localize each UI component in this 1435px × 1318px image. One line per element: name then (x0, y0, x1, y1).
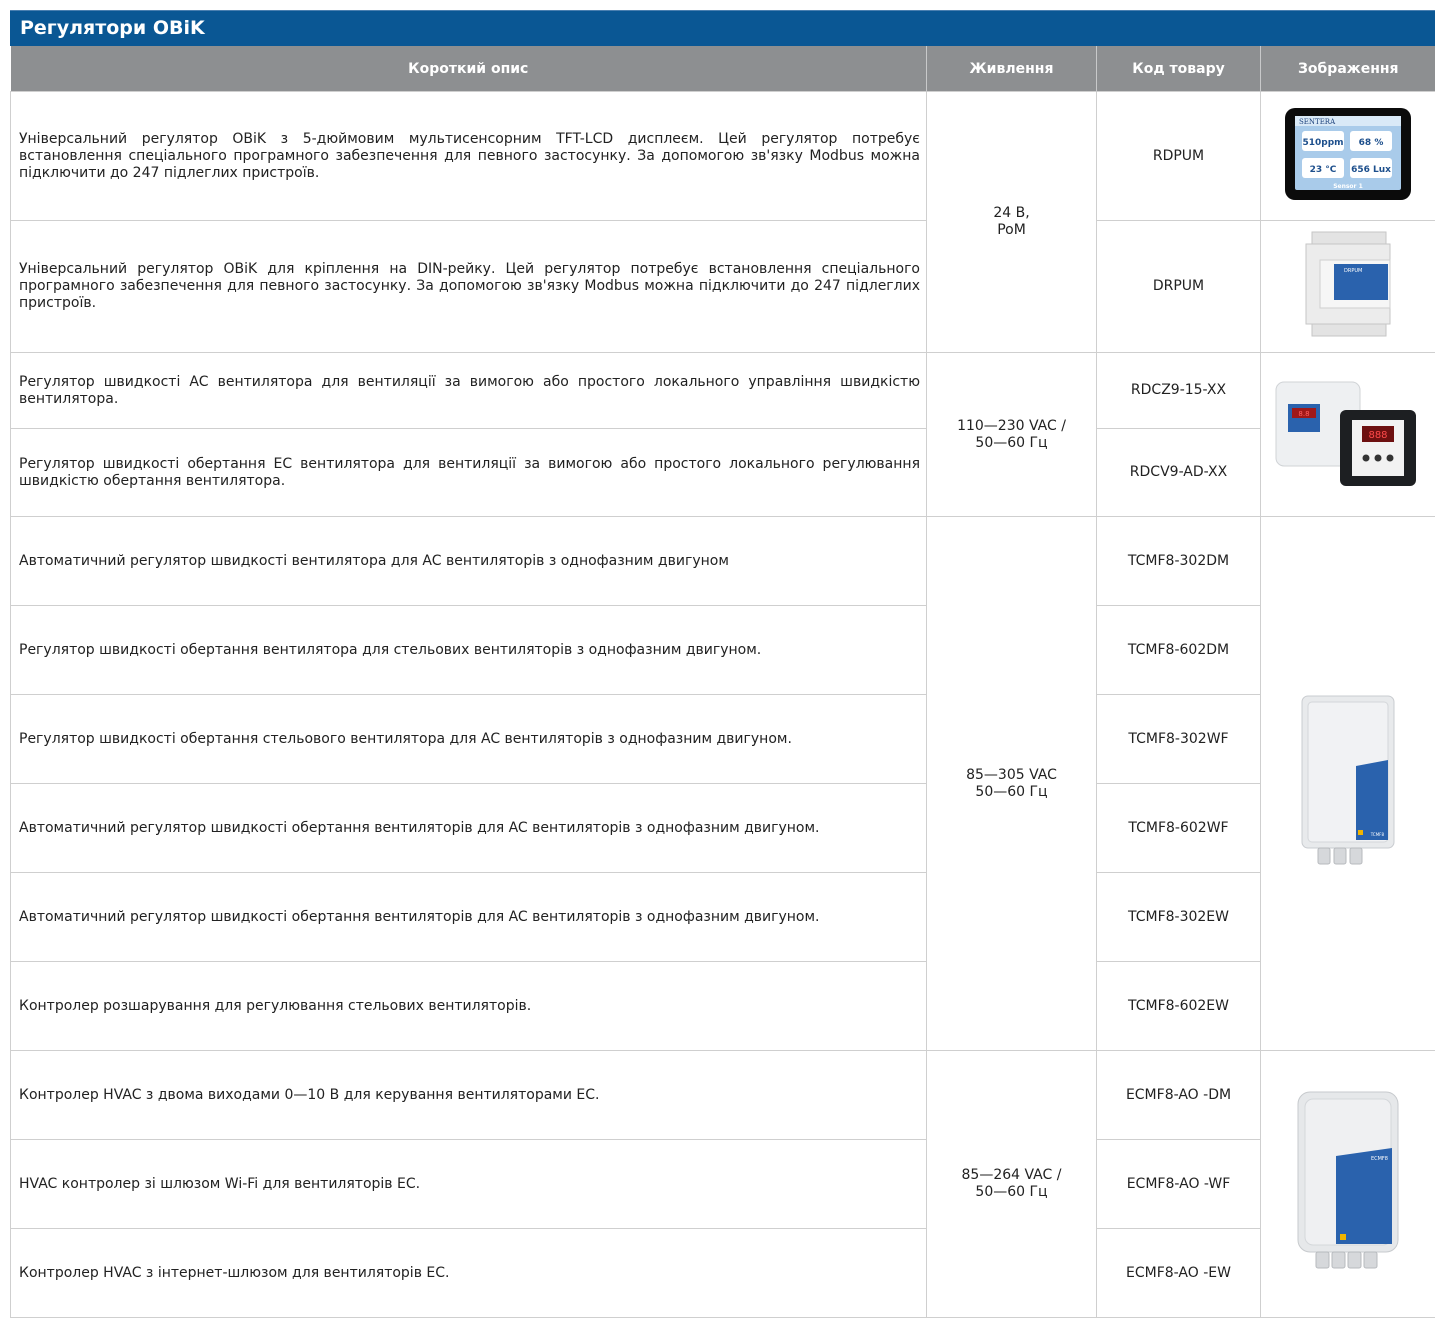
tcmf8-enclosure-image: TCMF8 (1296, 690, 1400, 874)
table-row: Автоматичний регулятор швидкості вентиля… (11, 517, 1435, 606)
tile-light: 656 Lux (1351, 165, 1391, 175)
table-row: Універсальний регулятор OBiK для кріплен… (11, 221, 1435, 353)
row-description: Автоматичний регулятор швидкості обертан… (11, 784, 927, 873)
power-line: 50—60 Гц (927, 1184, 1096, 1201)
display-logo: SENTERA (1299, 118, 1336, 126)
power-line: 24 В, (927, 205, 1096, 222)
table-row: Автоматичний регулятор швидкості обертан… (11, 784, 1435, 873)
product-code: TCMF8-302DM (1097, 517, 1261, 606)
product-code: ECMF8-AO -EW (1097, 1229, 1261, 1318)
ecmf8-enclosure-image: ECMF8 (1292, 1086, 1404, 1278)
power-line: 50—60 Гц (927, 435, 1096, 452)
table-row: Контролер HVAC з інтернет-шлюзом для вен… (11, 1229, 1435, 1318)
row-description: Контролер HVAC з двома виходами 0—10 В д… (11, 1051, 927, 1140)
display-footer: Sensor 1 (1333, 183, 1363, 190)
table-row: Регулятор швидкості обертання EC вентиля… (11, 429, 1435, 517)
product-code: TCMF8-602EW (1097, 962, 1261, 1051)
product-code: ECMF8-AO -WF (1097, 1140, 1261, 1229)
ecmf-label: ECMF8 (1371, 1156, 1388, 1162)
table-row: HVAC контролер зі шлюзом Wi-Fi для венти… (11, 1140, 1435, 1229)
din-rail-controller-image: DRPUM (1300, 226, 1396, 344)
product-code: TCMF8-302EW (1097, 873, 1261, 962)
small-display-value: 8.8 (1298, 410, 1309, 418)
table-row: Контролер HVAC з двома виходами 0—10 В д… (11, 1051, 1435, 1140)
row-description: Регулятор швидкості AC вентилятора для в… (11, 353, 927, 429)
power-cell: 110—230 VAC / 50—60 Гц (927, 353, 1097, 517)
row-description: Регулятор швидкості обертання вентилятор… (11, 606, 927, 695)
table-row: Регулятор швидкості обертання вентилятор… (11, 606, 1435, 695)
power-cell: 24 В, PoM (927, 92, 1097, 353)
tile-humidity: 68 % (1359, 138, 1384, 148)
row-description: Регулятор швидкості обертання EC вентиля… (11, 429, 927, 517)
product-code: TCMF8-302WF (1097, 695, 1261, 784)
table-row: Контролер розшарування для регулювання с… (11, 962, 1435, 1051)
table-header-row: Короткий опис Живлення Код товару Зображ… (11, 46, 1435, 92)
product-code: RDCZ9-15-XX (1097, 353, 1261, 429)
image-cell: 8.8 888 (1261, 353, 1435, 517)
tile-temperature: 23 °C (1310, 165, 1337, 175)
row-description: Контролер HVAC з інтернет-шлюзом для вен… (11, 1229, 927, 1318)
product-code: RDPUM (1097, 92, 1261, 221)
large-display-value: 888 (1368, 430, 1387, 441)
power-line: 85—305 VAC (927, 767, 1096, 784)
speed-controller-image: 8.8 888 (1268, 368, 1428, 498)
row-description: HVAC контролер зі шлюзом Wi-Fi для венти… (11, 1140, 927, 1229)
image-cell: TCMF8 (1261, 517, 1435, 1051)
table-row: Регулятор швидкості обертання стельового… (11, 695, 1435, 784)
product-code: TCMF8-602WF (1097, 784, 1261, 873)
obik-controllers-panel: Регулятори OBiK Короткий опис Живлення К… (10, 10, 1435, 1318)
products-table: Короткий опис Живлення Код товару Зображ… (10, 46, 1435, 1318)
table-row: Універсальний регулятор OBiK з 5-дюймови… (11, 92, 1435, 221)
product-code: RDCV9-AD-XX (1097, 429, 1261, 517)
row-description: Автоматичний регулятор швидкості вентиля… (11, 517, 927, 606)
power-line: 110—230 VAC / (927, 418, 1096, 435)
image-cell: SENTERA 510ppm 68 % 23 °C 656 Lux Sensor… (1261, 92, 1435, 221)
power-cell: 85—264 VAC / 50—60 Гц (927, 1051, 1097, 1318)
tcmf-label: TCMF8 (1370, 832, 1385, 837)
tile-co2: 510ppm (1302, 138, 1343, 148)
table-row: Регулятор швидкості AC вентилятора для в… (11, 353, 1435, 429)
image-cell: DRPUM (1261, 221, 1435, 353)
power-line: 50—60 Гц (927, 784, 1096, 801)
power-cell: 85—305 VAC 50—60 Гц (927, 517, 1097, 1051)
row-description: Контролер розшарування для регулювання с… (11, 962, 927, 1051)
header-image: Зображення (1261, 46, 1435, 92)
table-row: Автоматичний регулятор швидкості обертан… (11, 873, 1435, 962)
header-power: Живлення (927, 46, 1097, 92)
product-code: TCMF8-602DM (1097, 606, 1261, 695)
header-product-code: Код товару (1097, 46, 1261, 92)
header-short-description: Короткий опис (11, 46, 927, 92)
row-description: Автоматичний регулятор швидкості обертан… (11, 873, 927, 962)
product-code: ECMF8-AO -DM (1097, 1051, 1261, 1140)
row-description: Універсальний регулятор OBiK з 5-дюймови… (11, 92, 927, 221)
row-description: Регулятор швидкості обертання стельового… (11, 695, 927, 784)
product-code: DRPUM (1097, 221, 1261, 353)
din-device-label: DRPUM (1344, 268, 1362, 274)
power-line: 85—264 VAC / (927, 1167, 1096, 1184)
image-cell: ECMF8 (1261, 1051, 1435, 1318)
section-title: Регулятори OBiK (10, 10, 1435, 46)
touch-display-controller-image: SENTERA 510ppm 68 % 23 °C 656 Lux Sensor… (1283, 106, 1413, 202)
power-line: PoM (927, 222, 1096, 239)
row-description: Універсальний регулятор OBiK для кріплен… (11, 221, 927, 353)
